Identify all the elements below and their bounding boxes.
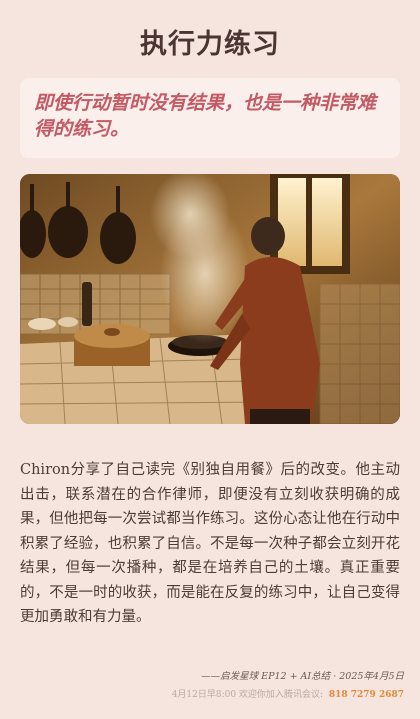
article-body: Chiron分享了自己读完《别独自用餐》后的改变。他主动出击，联系潜在的合作律师… <box>20 462 400 625</box>
kitchen-photo <box>20 174 400 424</box>
page-title: 执行力练习 <box>140 29 280 60</box>
quote-text: 即使行动暂时没有结果，也是一种非常难得的练习。 <box>34 92 377 140</box>
credit-line: ——启发星球 EP12 + AI总结 · 2025年4月5日 <box>201 671 404 682</box>
meeting-notice: 4月12日早8:00 欢迎你加入腾讯会议: 818 7279 2687 <box>172 687 404 700</box>
meeting-notice-text: 4月12日早8:00 欢迎你加入腾讯会议: <box>171 690 326 700</box>
meeting-id[interactable]: 818 7279 2687 <box>329 690 404 700</box>
quote-box: 即使行动暂时没有结果，也是一种非常难得的练习。 <box>20 78 400 158</box>
